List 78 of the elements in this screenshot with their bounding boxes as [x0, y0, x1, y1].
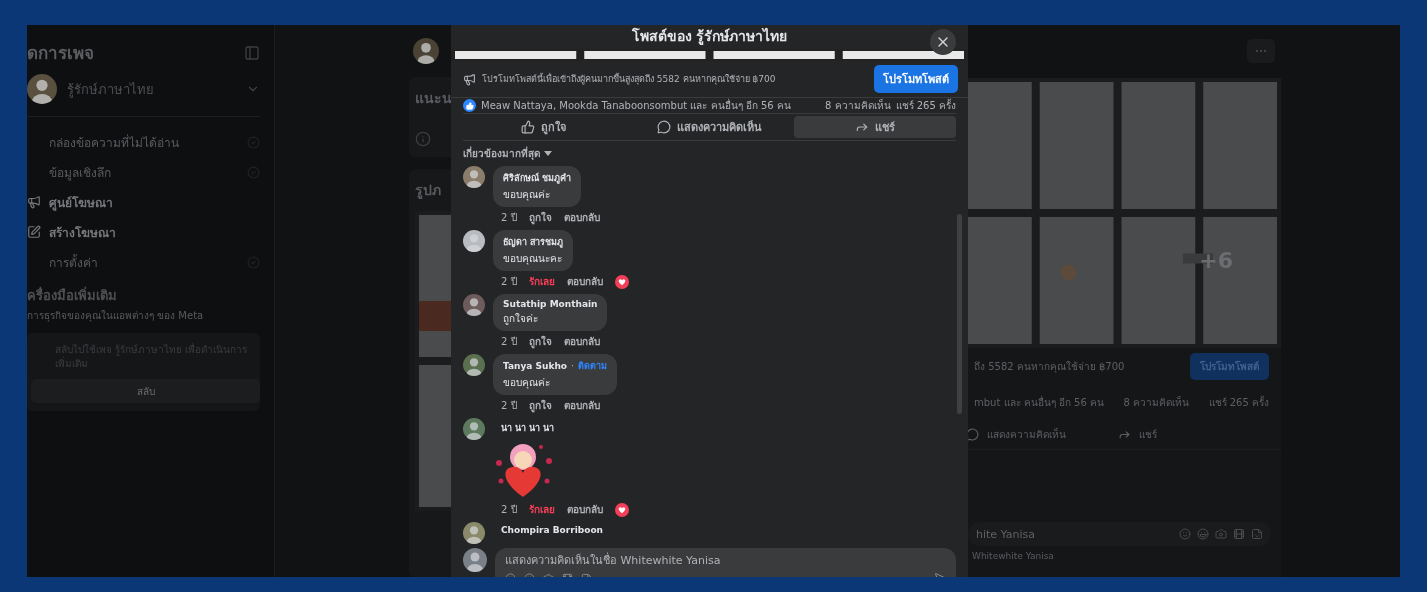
reaction-link[interactable]: ถูกใจ — [528, 334, 552, 349]
comments-count[interactable]: 8 ความคิดเห็น — [825, 98, 891, 113]
comment-time: 2 ปี — [501, 211, 517, 225]
comment-box[interactable]: แสดงความคิดเห็นในชื่อ Whitewhite Yanisa — [495, 548, 956, 577]
commenter-name[interactable]: Sutathip Monthain — [503, 299, 598, 309]
tools-title: ครื่องมือเพิ่มเติม — [27, 285, 118, 305]
avatar — [463, 294, 485, 316]
promo-text: ถึง 5582 คนหากคุณใช้จ่าย ฿700 — [974, 359, 1125, 374]
comment-button[interactable]: แสดงความคิดเห็น — [628, 116, 791, 138]
caret-icon — [544, 151, 552, 156]
comment-time: 2 ปี — [501, 275, 517, 289]
shares-count[interactable]: แชร์ 265 ครั้ง — [895, 98, 956, 113]
panel-icon[interactable] — [244, 44, 260, 61]
comment-text: ขอบคุณค่ะ — [503, 376, 551, 390]
promo-text: โปรโมทโพสต์นี้เพื่อเข้าถึงผู้คนมากขึ้นสูงสุดถึง 5582 คนหากคุณใช้จ่าย ฿700 — [482, 72, 777, 86]
photos-title: รูปภ — [415, 181, 441, 201]
avatar — [463, 418, 485, 440]
reply-link[interactable]: ตอบกลับ — [563, 210, 600, 225]
commenter-name[interactable]: Tanya Sukho — [503, 361, 567, 371]
comment-field[interactable]: แสดงความคิดเห็นในชื่อ Whitewhite Yanisa — [505, 551, 946, 571]
reaction-link[interactable]: รักเลย — [528, 502, 555, 517]
page-name: รู้รักษ์ภาษาไทย — [67, 80, 155, 100]
camera-icon — [1215, 528, 1227, 540]
sidebar-item[interactable]: ศูนย์โฆษณา — [27, 187, 260, 217]
separator-dot: · — [571, 361, 574, 371]
comment-text: ขอบคุณนะคะ — [503, 252, 563, 266]
commenter-name[interactable]: Chompira Borriboon — [493, 522, 611, 538]
sort-button[interactable]: เกี่ยวข้องมากที่สุด — [451, 141, 564, 164]
comment-time: 2 ปี — [501, 399, 517, 413]
reply-link[interactable]: ตอบกลับ — [566, 274, 603, 289]
reply-link[interactable]: ตอบกลับ — [563, 398, 600, 413]
avatar — [463, 166, 485, 188]
avatar — [27, 74, 57, 104]
share-icon — [855, 120, 870, 134]
comment-text: ถูกใจค่ะ — [503, 312, 539, 326]
shares-count: แชร์ 265 ครั้ง — [1208, 394, 1269, 410]
dialog-title: โพสต์ของ รู้รักษ์ภาษาไทย — [631, 26, 788, 47]
avatar — [463, 522, 485, 544]
speech-bubble-icon — [657, 120, 671, 134]
page-manage-title: ดการเพจ — [27, 42, 94, 65]
megaphone-icon — [463, 72, 476, 86]
intro-title: แนะน — [415, 89, 452, 108]
share-icon — [1117, 428, 1131, 441]
comment-text: ขอบคุณค่ะ — [503, 188, 551, 202]
commenter-name[interactable]: ธัญดา สารชมภู — [503, 235, 564, 249]
sidebar-item[interactable]: สร้างโฆษณา — [27, 217, 260, 247]
pencil-icon — [27, 225, 41, 239]
tools-subtitle: การธุรกิจของคุณในแอพต่างๆ ของ Meta — [27, 309, 205, 323]
reply-link[interactable]: ตอบกลับ — [566, 502, 603, 517]
reactions-text: mbut และ คนอื่นๆ อีก 56 คน — [974, 394, 1104, 410]
avatar — [463, 230, 485, 252]
scrollbar[interactable] — [957, 214, 962, 414]
reply-link[interactable]: ตอบกลับ — [563, 334, 600, 349]
reaction-link[interactable]: ถูกใจ — [528, 398, 552, 413]
reaction-link[interactable]: ถูกใจ — [528, 210, 552, 225]
film-icon — [1233, 528, 1245, 540]
reactions-text[interactable]: Meaw Nattaya, Mookda Tanaboonsombut และ คนอื่นๆ อีก 56 คน — [481, 98, 820, 113]
comments-count: 8 ความคิดเห็น — [1123, 394, 1190, 410]
avatar — [413, 38, 439, 64]
face-icon — [1197, 528, 1209, 540]
info-icon — [415, 131, 431, 147]
commenter-name[interactable]: นา นา นา นา — [493, 418, 563, 438]
comment-as-text: Whitewhite Yanisa — [971, 550, 1055, 563]
promote-button[interactable]: โปรโมทโพสต์ — [874, 65, 958, 93]
megaphone-icon — [27, 195, 41, 209]
like-button[interactable]: ถูกใจ — [463, 116, 625, 138]
share-button[interactable]: แชร์ — [794, 116, 956, 138]
like-icon — [463, 99, 476, 112]
commenter-name[interactable]: ศิริลักษณ์ ชมภูคำ — [503, 171, 572, 185]
avatar — [463, 354, 485, 376]
smiley-icon — [1179, 528, 1191, 540]
comment-time: 2 ปี — [501, 503, 517, 517]
comment-time: 2 ปี — [501, 335, 517, 349]
close-button[interactable] — [930, 29, 956, 55]
sticker-icon — [1251, 528, 1263, 540]
reaction-link[interactable]: รักเลย — [528, 274, 555, 289]
thumbs-up-icon — [521, 120, 536, 134]
avatar — [463, 548, 487, 572]
